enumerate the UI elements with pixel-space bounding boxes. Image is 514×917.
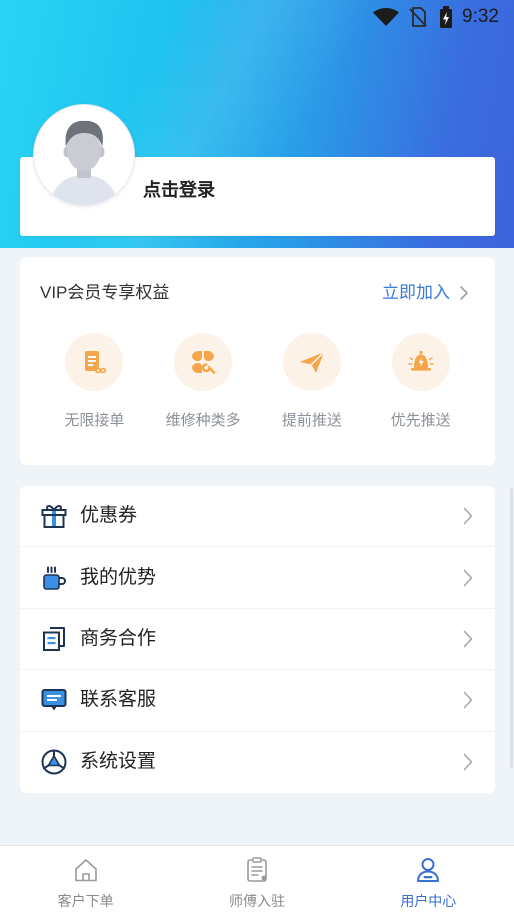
join-vip-label: 立即加入 [382,283,450,302]
menu-item-settings[interactable]: 系统设置 [20,732,495,793]
home-icon [74,859,97,882]
menu-list: 优惠券 我的优势 商务合作 联系客服 系统设置 [20,486,495,793]
default-avatar-icon [50,120,118,205]
chat-icon [41,689,67,711]
tab-master-join[interactable]: 师傅入驻 [171,846,342,917]
no-sim-icon [409,7,427,27]
battery-charging-icon [440,6,452,28]
chevron-right-icon [463,692,473,709]
benefit-unlimited-orders[interactable]: 无限接单 [40,333,149,431]
vip-benefits-card: VIP会员专享权益 立即加入 无限接单 维修种类多 提前推送 优先推送 [20,257,495,465]
menu-label: 优惠券 [80,505,138,527]
cup-icon [43,566,66,590]
vip-title: VIP会员专享权益 [40,283,170,302]
benefit-label: 无限接单 [64,412,125,429]
tab-label: 客户下单 [57,893,114,909]
menu-item-advantages[interactable]: 我的优势 [20,547,495,609]
chevron-right-icon [460,286,468,300]
scrollbar-thumb[interactable] [510,488,513,768]
menu-label: 我的优势 [80,566,157,588]
tab-label: 用户中心 [400,893,457,909]
join-vip-button[interactable]: 立即加入 [382,281,469,305]
tab-user-center[interactable]: 用户中心 [343,846,514,917]
paper-plane-icon [299,351,325,373]
menu-label: 商务合作 [80,627,157,649]
chevron-right-icon [463,507,473,525]
benefit-icon-circle [174,333,233,391]
status-bar: 9:32 [0,0,514,34]
wifi-icon [373,8,399,26]
benefit-icon-circle [391,333,450,391]
bottom-tab-bar: 客户下单 师傅入驻 用户中心 [0,845,514,917]
benefit-early-push[interactable]: 提前推送 [258,333,367,431]
tab-customer-order[interactable]: 客户下单 [0,846,171,917]
priority-alarm-icon [407,350,434,371]
avatar[interactable] [33,104,135,206]
benefit-priority-push[interactable]: 优先推送 [366,333,475,431]
unlimited-orders-icon [85,351,107,374]
settings-icon [41,749,67,775]
chevron-right-icon [463,569,473,586]
gift-icon [41,505,67,529]
user-icon [417,858,440,882]
benefit-label: 提前推送 [281,412,342,429]
benefit-label: 优先推送 [390,412,451,429]
documents-icon [43,626,65,651]
status-time: 9:32 [462,6,499,27]
menu-item-coupons[interactable]: 优惠券 [20,486,495,548]
benefit-repair-categories[interactable]: 维修种类多 [149,333,258,431]
menu-label: 系统设置 [80,751,157,773]
tab-label: 师傅入驻 [228,893,285,909]
login-link[interactable]: 点击登录 [143,178,215,202]
repair-categories-icon [192,351,216,374]
menu-item-business[interactable]: 商务合作 [20,609,495,671]
menu-item-customer-service[interactable]: 联系客服 [20,670,495,732]
benefit-icon-circle [282,333,341,391]
menu-label: 联系客服 [80,689,157,711]
benefit-icon-circle [65,333,124,391]
clipboard-icon [247,857,267,882]
chevron-right-icon [463,753,473,771]
chevron-right-icon [463,630,473,648]
benefits-row: 无限接单 维修种类多 提前推送 优先推送 [40,333,475,431]
benefit-label: 维修种类多 [165,412,241,429]
